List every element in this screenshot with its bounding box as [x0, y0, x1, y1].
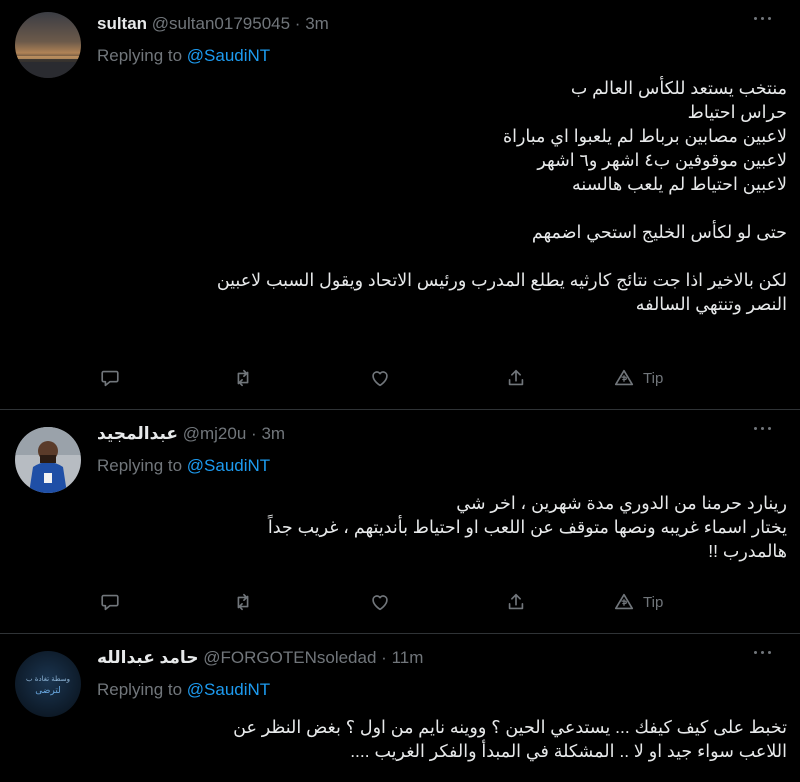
tweet-line: اللاعب سواء جيد او لا .. المشكلة في المب… [350, 741, 787, 761]
tweet-time[interactable]: 3m [305, 14, 329, 33]
tip-label: Tip [643, 369, 664, 387]
author-handle[interactable]: @FORGOTENsoledad [203, 648, 376, 667]
tip-label: Tip [643, 593, 664, 611]
tip-button[interactable]: Tip [613, 366, 663, 390]
author-handle[interactable]: @sultan01795045 [152, 14, 290, 33]
avatar-text: لترضى [35, 686, 61, 696]
tweet-time[interactable]: 3m [261, 424, 285, 443]
tip-icon [614, 369, 634, 386]
tweet-line: حتى لو لكأس الخليج استحي اضمهم [531, 222, 787, 242]
like-icon [372, 371, 388, 387]
tweet[interactable]: sultan @sultan01795045 · 3m Replying to … [0, 0, 800, 410]
avatar-text: وسطة تغادة ب [26, 675, 70, 683]
mention-link[interactable]: @SaudiNT [187, 680, 270, 699]
separator-dot: · [294, 14, 301, 33]
like-button[interactable] [369, 590, 391, 614]
tweet-line: لكن بالاخير اذا جت نتائج كارثيه يطلع الم… [216, 270, 787, 290]
tweet-line: رينارد حرمنا من الدوري مدة شهرين ، اخر ش… [456, 493, 787, 513]
replying-to: Replying to @SaudiNT [97, 46, 270, 66]
tweet-line: منتخب يستعد للكأس العالم ب [570, 78, 787, 98]
share-icon [508, 369, 524, 386]
tweet-line: يختار اسماء غريبه ونصها متوقف عن اللعب ا… [267, 517, 787, 537]
like-button[interactable] [369, 366, 391, 390]
mention-link[interactable]: @SaudiNT [187, 456, 270, 475]
author-handle[interactable]: @mj20u [183, 424, 247, 443]
tweet-text: منتخب يستعد للكأس العالم ب حراس احتياط ل… [97, 76, 787, 316]
separator-dot: · [381, 648, 387, 667]
tip-button[interactable]: Tip [613, 590, 663, 614]
more-icon[interactable] [754, 14, 774, 22]
author-name[interactable]: حامد عبدالله [97, 648, 199, 667]
author-name[interactable]: sultan [97, 14, 147, 33]
retweet-button[interactable] [232, 590, 254, 614]
tweet-line: هالمدرب !! [708, 541, 787, 561]
reply-button[interactable] [99, 366, 121, 390]
avatar[interactable] [15, 427, 81, 493]
tweet-actions: Tip [97, 366, 687, 392]
tweet-line: لاعبين مصابين برباط لم يلعبوا اي مباراة [502, 126, 787, 146]
tweet-line: لاعبين احتياط لم يلعب هالسنه [572, 174, 787, 194]
replying-to-label: Replying to [97, 680, 187, 699]
tweet-line [97, 196, 787, 220]
reply-button[interactable] [99, 590, 121, 614]
replying-to-label: Replying to [97, 46, 187, 65]
retweet-button[interactable] [232, 366, 254, 390]
more-icon[interactable] [754, 424, 774, 432]
tweet-line: تخبط على كيف كيفك ... يستدعي الحين ؟ ووي… [233, 717, 787, 737]
retweet-icon [237, 369, 249, 387]
tweet-line: حراس احتياط [687, 102, 787, 122]
tweet-actions: Tip [97, 590, 687, 616]
replying-to: Replying to @SaudiNT [97, 456, 270, 476]
tweet[interactable]: عبدالمجيد @mj20u · 3m Replying to @Saudi… [0, 410, 800, 634]
tweet-text: رينارد حرمنا من الدوري مدة شهرين ، اخر ش… [97, 491, 787, 563]
share-button[interactable] [505, 590, 527, 614]
tweet-line: النصر وتنتهي السالفه [635, 294, 787, 314]
mention-link[interactable]: @SaudiNT [187, 46, 270, 65]
tweet[interactable]: وسطة تغادة ب لترضى حامد عبدالله @FORGOTE… [0, 634, 800, 782]
separator-dot: · [251, 424, 257, 443]
more-icon[interactable] [754, 648, 774, 656]
tweet-line: لاعبين موقوفين ب٤ اشهر و٦ اشهر [537, 150, 787, 170]
avatar[interactable]: وسطة تغادة ب لترضى [15, 651, 81, 717]
tweet-time[interactable]: 11m [392, 648, 424, 667]
tweet-header: حامد عبدالله @FORGOTENsoledad · 11m [97, 648, 423, 668]
avatar[interactable] [15, 12, 81, 78]
reply-icon [101, 594, 119, 611]
retweet-icon [237, 593, 249, 611]
share-button[interactable] [505, 366, 527, 390]
replying-to-label: Replying to [97, 456, 187, 475]
replying-to: Replying to @SaudiNT [97, 680, 270, 700]
tip-icon [614, 593, 634, 610]
tweet-header: sultan @sultan01795045 · 3m [97, 14, 329, 34]
tweet-header: عبدالمجيد @mj20u · 3m [97, 424, 285, 444]
share-icon [508, 593, 524, 610]
tweet-line [97, 244, 787, 268]
reply-icon [101, 370, 119, 387]
author-name[interactable]: عبدالمجيد [97, 424, 178, 443]
like-icon [372, 595, 388, 611]
tweet-text: تخبط على كيف كيفك ... يستدعي الحين ؟ ووي… [97, 715, 787, 763]
